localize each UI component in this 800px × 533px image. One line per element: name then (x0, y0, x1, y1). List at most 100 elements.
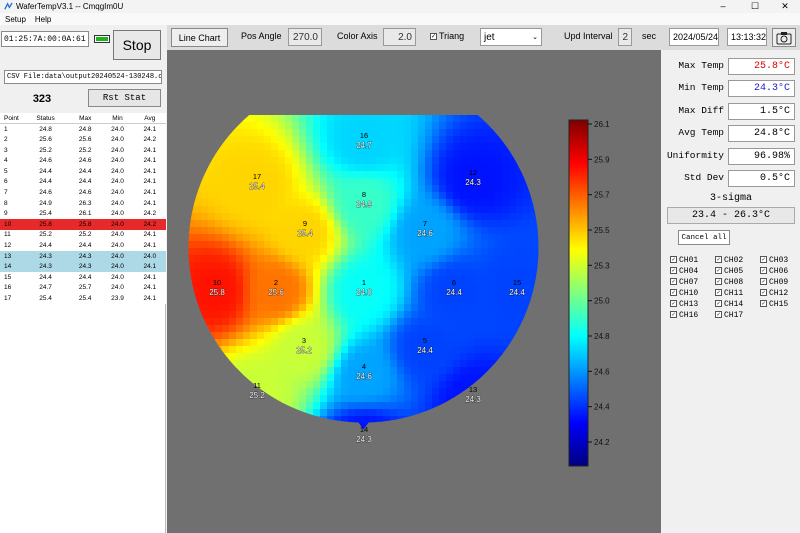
channel-checkbox[interactable]: ✓ CH03 (760, 256, 788, 265)
table-row[interactable]: 2 25.6 25.6 24.0 24.2 (0, 134, 166, 145)
wafer-point-id: 6 (452, 278, 456, 287)
table-cell: 24.4 (39, 167, 52, 175)
table-cell: 6 (4, 178, 8, 186)
table-cell: 23.9 (111, 294, 124, 302)
channel-checkbox[interactable]: ✓ CH17 (715, 311, 743, 320)
table-cell: 25.2 (78, 231, 92, 239)
table-cell: 10 (4, 220, 12, 228)
triang-label: Triang (439, 31, 465, 41)
channel-checkbox[interactable]: ✓ CH05 (715, 267, 743, 276)
table-row[interactable]: 3 25.2 25.2 24.0 24.1 (0, 145, 166, 156)
channel-label: CH10 (679, 289, 699, 298)
stop-button[interactable]: Stop (113, 30, 161, 60)
table-row[interactable]: 12 24.4 24.4 24.0 24.1 (0, 240, 166, 251)
wafer-point-temp: 24.8 (356, 288, 372, 297)
table-row[interactable]: 4 24.6 24.6 24.0 24.1 (0, 155, 166, 166)
table-row[interactable]: 9 25.4 26.1 24.0 24.2 (0, 208, 166, 219)
cancel-all-button[interactable]: Cancel all (678, 230, 730, 245)
reset-stats-button[interactable]: Rst Stat (88, 89, 161, 107)
color-axis-field[interactable]: 2.0 (383, 28, 416, 46)
table-cell: 24.1 (143, 125, 157, 133)
colormap-select[interactable]: jet ⌄ (480, 28, 542, 46)
table-row[interactable]: 16 24.7 25.7 24.0 24.1 (0, 283, 166, 294)
channel-checkbox[interactable]: ✓ CH15 (760, 300, 788, 309)
table-cell: 24.1 (143, 188, 157, 196)
channel-checkbox[interactable]: ✓ CH04 (670, 267, 698, 276)
wafer-point-id: 12 (469, 168, 477, 177)
check-icon: ✓ (715, 256, 722, 264)
triang-checkbox[interactable]: ✓ Triang (430, 31, 464, 41)
channel-checkbox[interactable]: ✓ CH07 (670, 278, 698, 287)
minimize-button[interactable]: – (710, 0, 736, 13)
sigma-range-field: 23.4 - 26.3°C (667, 207, 795, 224)
table-cell: 24.4 (78, 178, 92, 186)
stat-value: 24.8°C (728, 125, 795, 143)
close-button[interactable]: ✕ (772, 0, 798, 13)
maximize-button[interactable]: ☐ (742, 0, 768, 13)
wafer-point-temp: 24.4 (417, 346, 433, 355)
pos-angle-field[interactable]: 270.0 (288, 28, 322, 46)
wafer-point-id: 7 (423, 219, 427, 228)
table-row[interactable]: 6 24.4 24.4 24.0 24.1 (0, 177, 166, 188)
table-cell: 24.1 (143, 263, 157, 271)
wafer-point-temp: 25.8 (209, 288, 225, 297)
table-row[interactable]: 7 24.6 24.6 24.0 24.1 (0, 187, 166, 198)
table-row[interactable]: 17 25.4 25.4 23.9 24.1 (0, 293, 166, 304)
channel-checkbox[interactable]: ✓ CH12 (760, 289, 788, 298)
channel-checkbox[interactable]: ✓ CH10 (670, 289, 698, 298)
sample-count: 323 (32, 93, 52, 105)
table-cell: 25.8 (78, 220, 92, 228)
check-icon: ✓ (715, 278, 722, 286)
table-cell: 24.6 (39, 157, 52, 165)
table-row[interactable]: 5 24.4 24.4 24.0 24.1 (0, 166, 166, 177)
channel-checkbox[interactable]: ✓ CH01 (670, 256, 698, 265)
time-field: 13:13:32 (727, 28, 767, 46)
channel-label: CH05 (724, 267, 744, 276)
wafer-point-temp: 24.9 (356, 200, 372, 209)
wafer-point-id: 3 (302, 336, 306, 345)
channel-checkbox[interactable]: ✓ CH06 (760, 267, 788, 276)
channel-checkbox[interactable]: ✓ CH14 (715, 300, 743, 309)
table-cell: 7 (4, 188, 8, 196)
table-row[interactable]: 15 24.4 24.4 24.0 24.1 (0, 272, 166, 283)
channel-label: CH13 (679, 300, 699, 309)
wafer-point-temp: 24.4 (509, 288, 525, 297)
channel-checkbox[interactable]: ✓ CH02 (715, 256, 743, 265)
table-row[interactable]: 8 24.9 26.3 24.0 24.1 (0, 198, 166, 209)
table-cell: 24.7 (39, 284, 52, 292)
channel-checkbox[interactable]: ✓ CH13 (670, 300, 698, 309)
camera-button[interactable] (772, 28, 796, 47)
table-cell: 3 (4, 146, 8, 154)
line-chart-button[interactable]: Line Chart (171, 28, 228, 47)
table-row[interactable]: 13 24.3 24.3 24.0 24.0 (0, 250, 166, 262)
table-cell: 24.4 (78, 167, 92, 175)
table-cell: 24.0 (111, 241, 124, 249)
table-cell: 24.0 (111, 125, 124, 133)
table-cell: 24.4 (78, 273, 92, 281)
wafer-point-id: 14 (360, 425, 368, 434)
wafer-point-id: 5 (423, 336, 427, 345)
channel-checkbox[interactable]: ✓ CH09 (760, 278, 788, 287)
table-row[interactable]: 11 25.2 25.2 24.0 24.1 (0, 230, 166, 241)
table-row[interactable]: 1 24.8 24.8 24.0 24.1 (0, 124, 166, 135)
table-cell: 24.0 (111, 231, 124, 239)
table-cell: 24.1 (143, 231, 157, 239)
color-axis-label: Color Axis (337, 31, 378, 41)
upd-interval-field[interactable]: 2 (618, 28, 632, 46)
check-icon: ✓ (760, 289, 767, 297)
channel-checkbox[interactable]: ✓ CH16 (670, 311, 698, 320)
table-row[interactable]: 14 24.3 24.3 24.0 24.1 (0, 261, 166, 272)
table-row[interactable]: 10 25.8 25.8 24.0 24.2 (0, 218, 166, 230)
menu-setup[interactable]: Setup (5, 15, 26, 24)
channel-checkbox[interactable]: ✓ CH11 (715, 289, 743, 298)
channel-checkbox[interactable]: ✓ CH08 (715, 278, 743, 287)
wafer-point-id: 16 (360, 131, 368, 140)
wafer-point-id: 10 (213, 278, 221, 287)
menu-help[interactable]: Help (35, 15, 51, 24)
check-icon: ✓ (670, 300, 677, 308)
colorbar-tick-label: 25.5 (594, 226, 610, 235)
channel-label: CH02 (724, 256, 744, 265)
wafer-point-id: 11 (253, 381, 261, 390)
table-cell: 4 (4, 157, 8, 165)
table-cell: 24.2 (143, 220, 157, 228)
